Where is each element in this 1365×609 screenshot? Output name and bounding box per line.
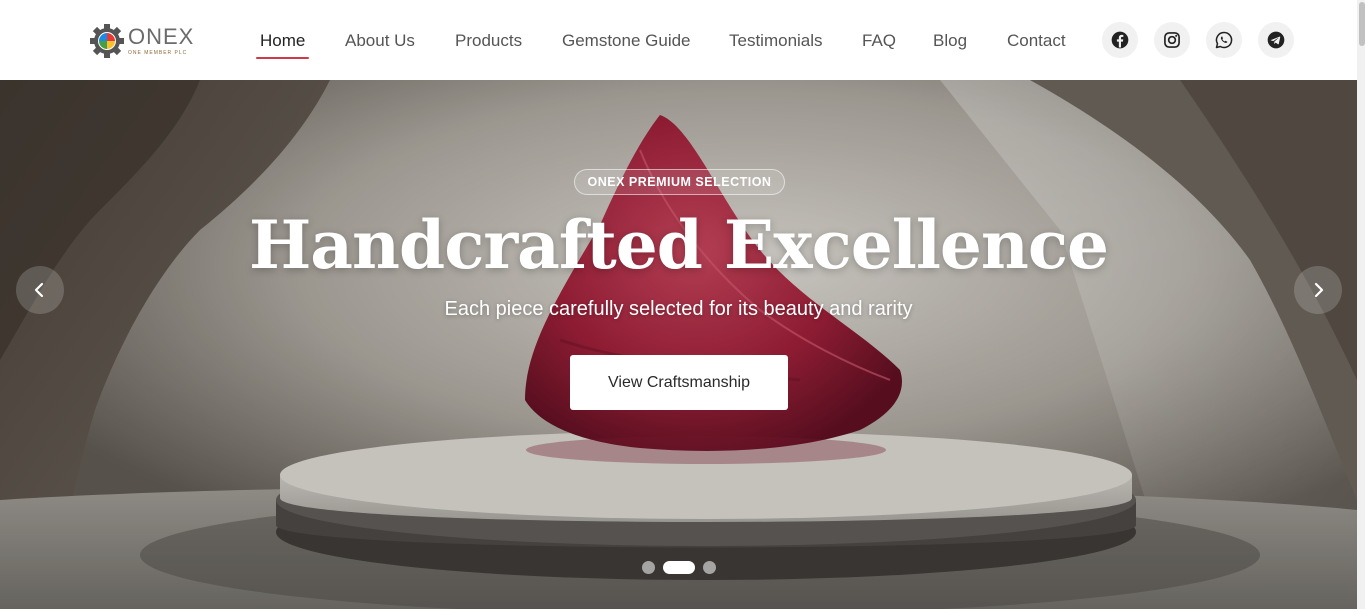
view-craftsmanship-button[interactable]: View Craftsmanship (570, 355, 788, 410)
telegram-link[interactable] (1258, 22, 1294, 58)
chevron-left-icon (34, 282, 44, 298)
hero-title: Handcrafted Excellence (248, 206, 1109, 284)
page-scrollbar[interactable] (1357, 0, 1365, 609)
slide-indicators (642, 561, 716, 574)
gear-logo-icon (90, 24, 124, 58)
brand-logo[interactable]: ONEX ONE MEMBER PLC (90, 22, 200, 60)
facebook-link[interactable] (1102, 22, 1138, 58)
site-header: ONEX ONE MEMBER PLC Home About Us Produc… (0, 0, 1357, 80)
facebook-icon (1111, 31, 1129, 49)
hero-slider: ONEX PREMIUM SELECTION Handcrafted Excel… (0, 80, 1357, 609)
telegram-icon (1267, 31, 1285, 49)
scrollbar-thumb[interactable] (1359, 2, 1365, 46)
whatsapp-icon (1215, 31, 1233, 49)
brand-tagline: ONE MEMBER PLC (128, 49, 188, 56)
hero-subtitle: Each piece carefully selected for its be… (444, 298, 913, 320)
nav-about-us[interactable]: About Us (345, 30, 415, 52)
chevron-right-icon (1314, 282, 1324, 298)
nav-testimonials[interactable]: Testimonials (729, 30, 823, 52)
hero-badge: ONEX PREMIUM SELECTION (574, 169, 785, 195)
whatsapp-link[interactable] (1206, 22, 1242, 58)
next-slide-button[interactable] (1294, 266, 1342, 314)
nav-faq[interactable]: FAQ (862, 30, 896, 52)
slide-dot-3[interactable] (703, 561, 716, 574)
nav-gemstone-guide[interactable]: Gemstone Guide (562, 30, 691, 52)
nav-blog[interactable]: Blog (933, 30, 967, 52)
nav-home[interactable]: Home (260, 30, 305, 52)
slide-dot-1[interactable] (642, 561, 655, 574)
nav-products[interactable]: Products (455, 30, 522, 52)
prev-slide-button[interactable] (16, 266, 64, 314)
hero-background-image (0, 80, 1357, 609)
slide-dot-2-active[interactable] (663, 561, 695, 574)
nav-contact[interactable]: Contact (1007, 30, 1066, 52)
brand-name: ONEX (128, 23, 195, 49)
active-nav-indicator (256, 57, 309, 59)
instagram-link[interactable] (1154, 22, 1190, 58)
instagram-icon (1164, 32, 1180, 48)
